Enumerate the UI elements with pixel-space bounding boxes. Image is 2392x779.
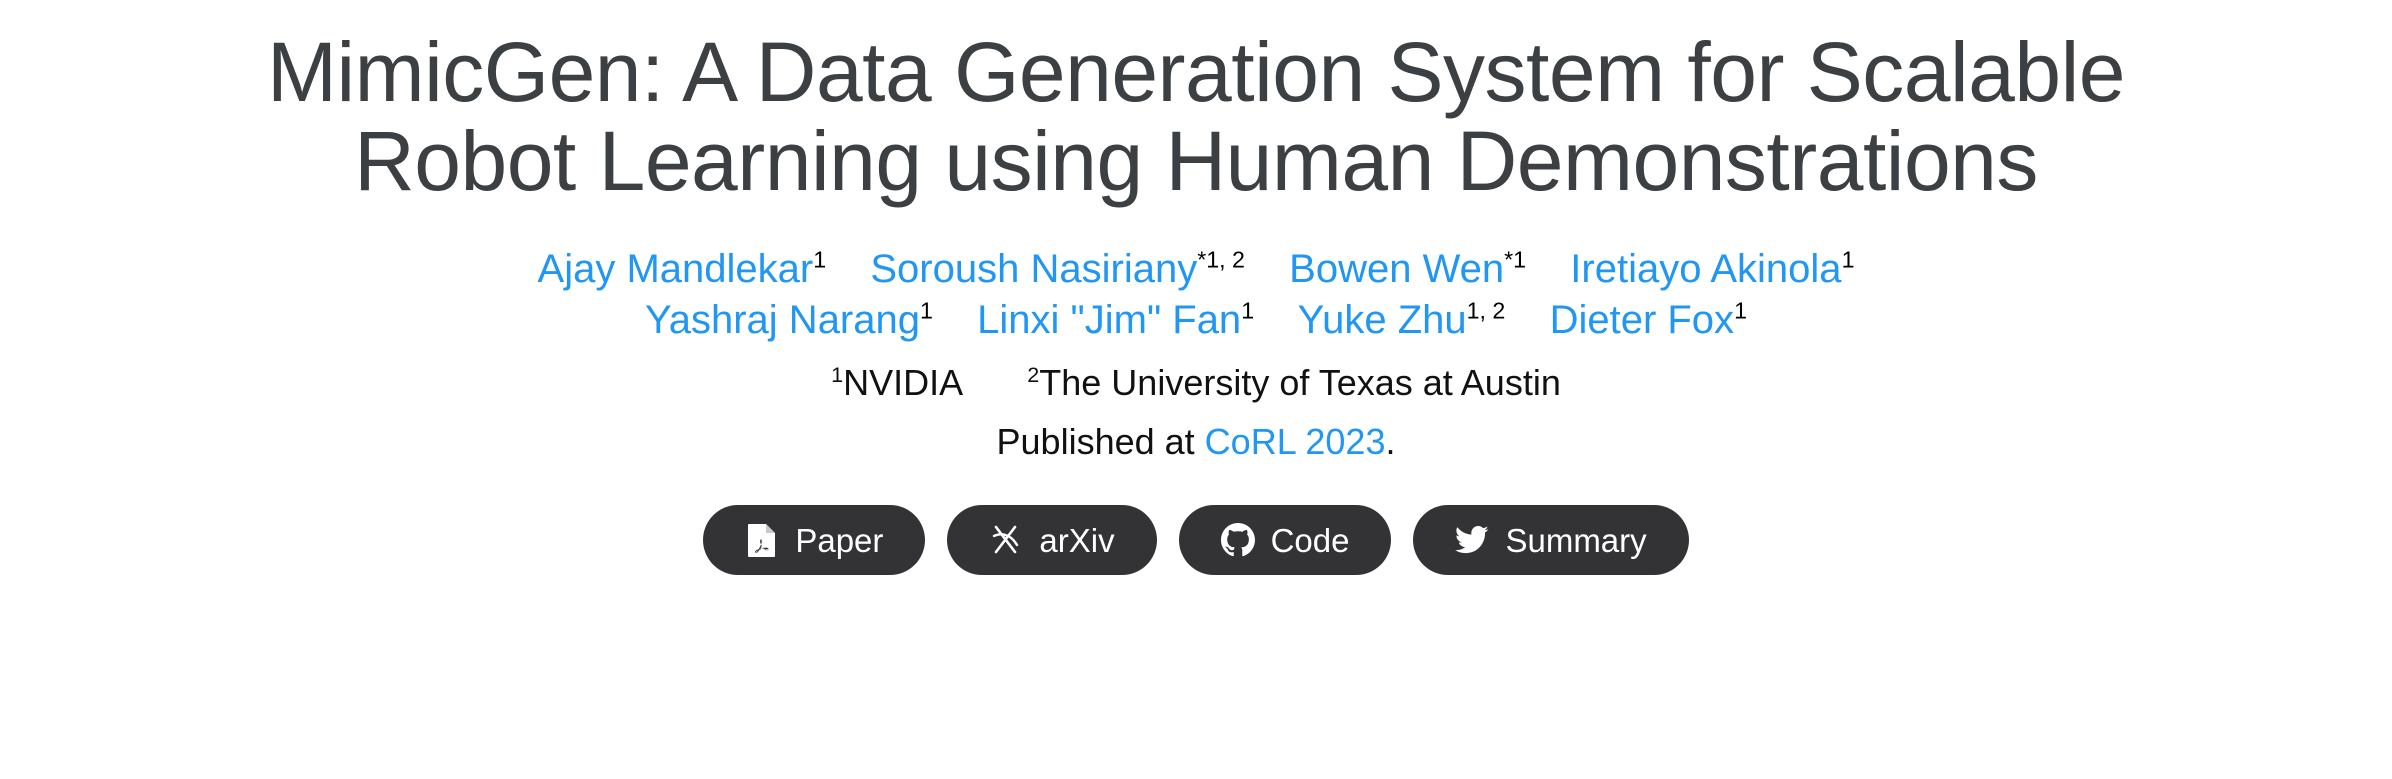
venue-suffix-text: . [1385,421,1396,463]
author-affiliation-marker: 1 [920,297,933,324]
paper-button-label: Paper [795,521,884,559]
author-link-ajay-mandlekar[interactable]: Ajay Mandlekar [538,247,814,291]
resource-button-row: Paper arXiv Code Summary [703,505,1689,576]
affiliation-marker-2: 2 [1027,362,1040,388]
author-affiliation-marker: 1 [813,246,827,273]
publication-venue: Published at CoRL 2023. [997,421,1396,463]
project-page: MimicGen: A Data Generation System for S… [0,0,2392,779]
affiliation-name-nvidia: NVIDIA [843,362,962,404]
author-link-linxi-jim-fan[interactable]: Linxi "Jim" Fan [977,298,1241,342]
affiliation-name-ut-austin: The University of Texas at Austin [1039,362,1561,404]
author-link-yuke-zhu[interactable]: Yuke Zhu [1298,298,1467,342]
summary-button-label: Summary [1505,521,1647,559]
author-affiliation-marker: 1 [1734,297,1747,324]
author-link-dieter-fox[interactable]: Dieter Fox [1550,298,1735,342]
author-affiliation-marker: 1 [1841,246,1855,273]
venue-link-corl-2023[interactable]: CoRL 2023 [1205,421,1386,462]
author-affiliation-marker: *1, 2 [1197,246,1245,273]
twitter-bird-icon [1455,523,1489,557]
author-link-soroush-nasiriany[interactable]: Soroush Nasiriany [870,247,1197,291]
paper-title-line-2: Robot Learning using Human Demonstration… [354,114,2038,209]
author-affiliation-marker: 1, 2 [1466,297,1506,324]
author-link-iretiayo-akinola[interactable]: Iretiayo Akinola [1570,247,1841,291]
code-button-label: Code [1270,521,1350,559]
author-row-2: Yashraj Narang1 Linxi "Jim" Fan1 Yuke Zh… [538,295,1855,346]
pdf-file-icon [745,523,779,558]
author-affiliation-marker: 1 [1241,297,1255,324]
summary-button[interactable]: Summary [1413,505,1689,576]
author-affiliation-marker: *1 [1504,246,1527,273]
code-button[interactable]: Code [1178,505,1392,576]
paper-title-line-1: MimicGen: A Data Generation System for S… [266,25,2126,119]
arxiv-icon [989,523,1023,557]
author-list: Ajay Mandlekar1 Soroush Nasiriany*1, 2 B… [538,244,1855,346]
arxiv-button-label: arXiv [1039,521,1115,559]
venue-prefix-text: Published at [996,421,1205,463]
author-link-bowen-wen[interactable]: Bowen Wen [1289,247,1504,291]
paper-button[interactable]: Paper [703,505,926,576]
arxiv-button[interactable]: arXiv [947,505,1157,576]
page-title: MimicGen: A Data Generation System for S… [61,25,2331,209]
paper-title: MimicGen: A Data Generation System for S… [61,25,2331,209]
author-row-1: Ajay Mandlekar1 Soroush Nasiriany*1, 2 B… [538,244,1855,295]
affiliation-marker-1: 1 [831,362,844,388]
github-icon [1220,523,1255,557]
author-link-yashraj-narang[interactable]: Yashraj Narang [645,298,920,342]
affiliation-list: 1NVIDIA 2The University of Texas at Aust… [831,360,1561,407]
